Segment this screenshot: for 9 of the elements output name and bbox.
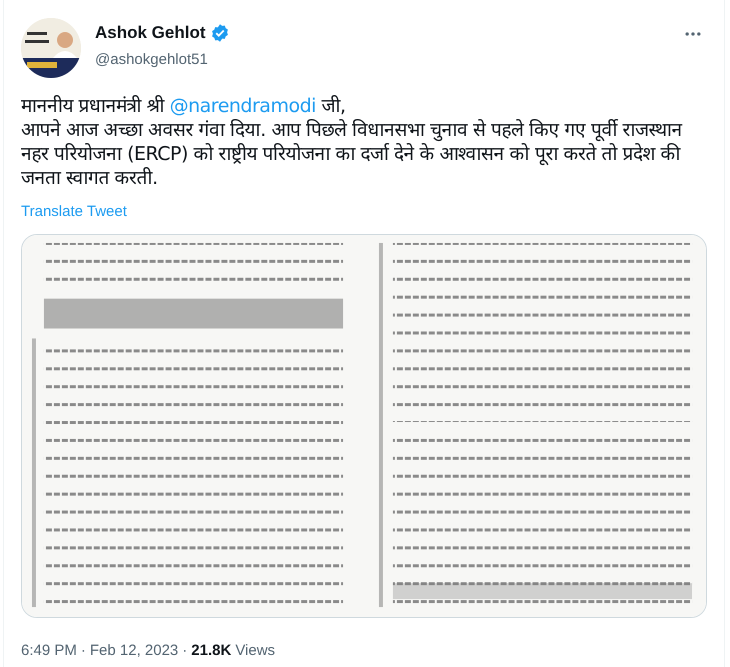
author-handle[interactable]: @ashokgehlot51 bbox=[95, 48, 683, 71]
separator-dot: · bbox=[80, 641, 86, 661]
author-name[interactable]: Ashok Gehlot bbox=[95, 20, 206, 46]
tweet-date[interactable]: Feb 12, 2023 bbox=[90, 640, 178, 662]
views-label: Views bbox=[235, 641, 276, 661]
tweet-time[interactable]: 6:49 PM bbox=[21, 640, 77, 662]
separator-dot: · bbox=[182, 641, 188, 661]
views-count: 21.8K bbox=[191, 641, 232, 661]
tweet-text: माननीय प्रधानमंत्री श्री @narendramodi जी, आपने आज अच्छा अवसर गंवा दिया. आप पिछले विधानसभा चुनाव से पहले किए गए पूर्वी राजस्थान नहर परियोजना (ERCP) को राष्ट्रीय परियोजना का दर्जा देने के आश्वासन को पूरा करते तो प्रदेश की जनता स्वागत करती. bbox=[21, 94, 684, 190]
